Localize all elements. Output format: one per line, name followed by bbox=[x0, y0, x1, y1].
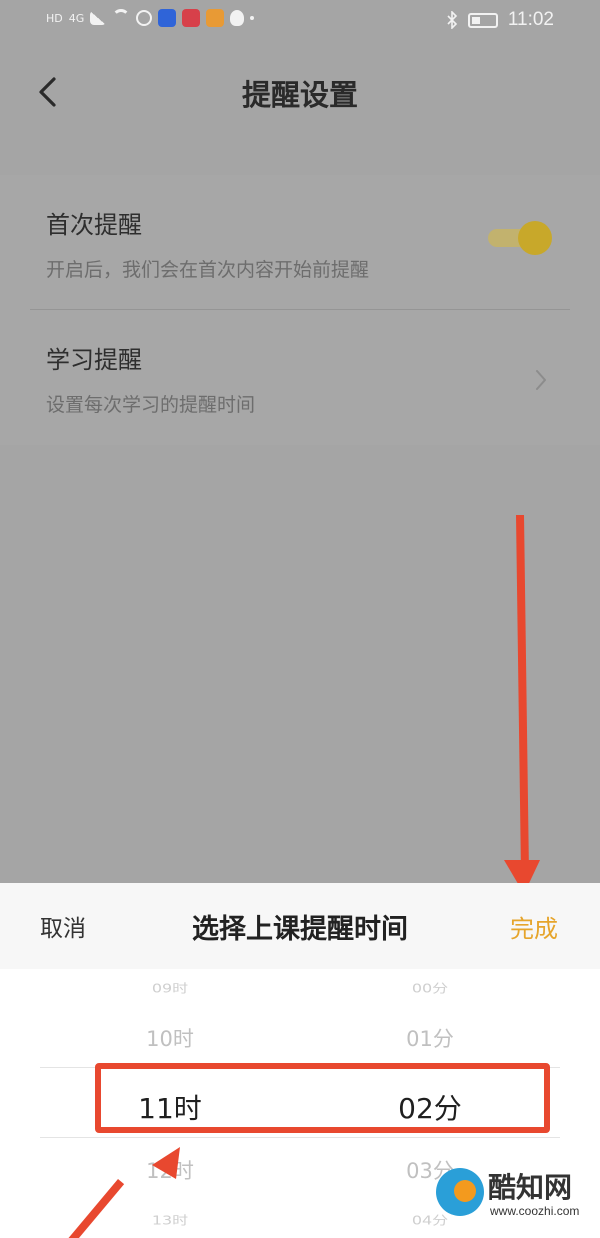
chevron-right-icon bbox=[536, 370, 546, 390]
hd-label: HD bbox=[46, 11, 63, 25]
dimmed-background-page: HD 4G 11:02 提醒设置 首次提醒 开启后，我们会在首次内容开始前提醒 bbox=[0, 0, 600, 894]
wifi-icon bbox=[112, 9, 131, 27]
status-icons-left: HD 4G bbox=[46, 9, 255, 27]
page-title: 提醒设置 bbox=[241, 78, 358, 112]
status-bar: HD 4G 11:02 bbox=[0, 0, 600, 44]
battery-icon bbox=[467, 12, 498, 28]
app-notification-blue-icon bbox=[158, 9, 177, 27]
setting-row-first-reminder[interactable]: 首次提醒 开启后，我们会在首次内容开始前提醒 bbox=[0, 175, 600, 310]
time-picker-sheet: 取消 选择上课提醒时间 完成 09时 10时 11时 12时 13时 00分 0… bbox=[0, 883, 600, 1238]
done-button[interactable]: 完成 bbox=[510, 909, 558, 944]
bluetooth-icon bbox=[447, 11, 457, 29]
setting-row-study-reminder[interactable]: 学习提醒 设置每次学习的提醒时间 bbox=[0, 310, 600, 445]
first-reminder-toggle[interactable] bbox=[488, 219, 552, 255]
watermark: 酷知网 www.coozhi.com bbox=[436, 1166, 596, 1228]
annotation-highlight-box bbox=[95, 1063, 550, 1133]
minute-option[interactable]: 00分 bbox=[330, 978, 530, 996]
annotation-arrowhead-up bbox=[152, 1147, 180, 1179]
hotspot-icon bbox=[136, 10, 153, 26]
app-notification-red-icon bbox=[182, 9, 201, 27]
watermark-url: www.coozhi.com bbox=[490, 1204, 580, 1218]
annotation-arrow-down bbox=[516, 514, 529, 866]
toggle-knob bbox=[518, 221, 552, 255]
settings-list: 首次提醒 开启后，我们会在首次内容开始前提醒 学习提醒 设置每次学习的提醒时间 bbox=[0, 175, 600, 445]
sheet-header: 取消 选择上课提醒时间 完成 bbox=[0, 883, 600, 969]
setting-subtitle: 设置每次学习的提醒时间 bbox=[46, 394, 256, 416]
network-label: 4G bbox=[68, 11, 85, 25]
nav-bar: 提醒设置 bbox=[0, 52, 600, 128]
qq-icon bbox=[230, 10, 245, 26]
setting-title: 首次提醒 bbox=[46, 211, 142, 239]
hour-option[interactable]: 09时 bbox=[70, 978, 270, 996]
setting-title: 学习提醒 bbox=[46, 346, 142, 374]
app-notification-orange-icon bbox=[206, 9, 225, 27]
setting-subtitle: 开启后，我们会在首次内容开始前提醒 bbox=[46, 259, 370, 281]
minute-option[interactable]: 01分 bbox=[330, 1023, 530, 1053]
signal-icon bbox=[90, 11, 107, 25]
status-icons-right: 11:02 bbox=[446, 9, 554, 31]
watermark-logo-icon bbox=[436, 1168, 484, 1216]
hour-option[interactable]: 10时 bbox=[70, 1023, 270, 1053]
more-dots-icon bbox=[250, 16, 255, 20]
watermark-name: 酷知网 bbox=[488, 1171, 573, 1204]
status-time: 11:02 bbox=[507, 9, 554, 30]
